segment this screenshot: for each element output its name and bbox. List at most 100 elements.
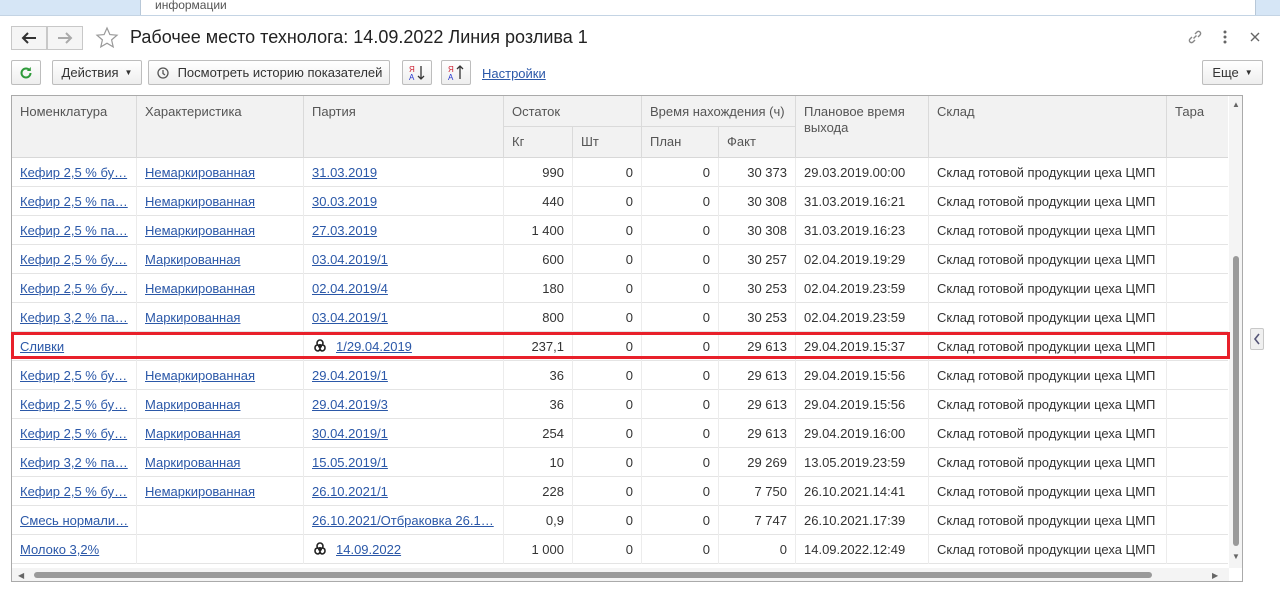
divider (718, 126, 719, 158)
cell-characteristic[interactable]: Маркированная (145, 310, 295, 325)
cell-planned-exit: 26.10.2021.17:39 (804, 513, 906, 528)
cell-characteristic[interactable]: Немаркированная (145, 484, 295, 499)
scroll-right-icon[interactable]: ▶ (1212, 571, 1218, 580)
col-remainder[interactable]: Остаток (512, 104, 560, 120)
table-row[interactable]: Кефир 3,2 % па… Маркированная 15.05.2019/1… (12, 448, 1228, 477)
cell-nomenclature[interactable]: Кефир 2,5 % бу… (20, 281, 132, 296)
cell-characteristic[interactable]: Немаркированная (145, 281, 295, 296)
cell-kg: 237,1 (531, 339, 564, 354)
sort-asc-button[interactable]: Я А (402, 60, 432, 85)
vertical-scrollbar[interactable]: ▲ ▼ (1229, 96, 1242, 568)
cell-nomenclature[interactable]: Кефир 2,5 % бу… (20, 165, 132, 180)
col-kg[interactable]: Кг (512, 134, 524, 150)
cell-characteristic[interactable]: Немаркированная (145, 223, 295, 238)
cell-nomenclature[interactable]: Кефир 2,5 % бу… (20, 484, 132, 499)
cell-nomenclature[interactable]: Кефир 2,5 % па… (20, 194, 132, 209)
cell-characteristic[interactable]: Немаркированная (145, 368, 295, 383)
cell-warehouse: Склад готовой продукции цеха ЦМП (937, 397, 1156, 412)
horizontal-scrollbar[interactable]: ◀ ▶ (12, 568, 1229, 581)
more-button[interactable]: Еще ▼ (1202, 60, 1263, 85)
cell-nomenclature[interactable]: Кефир 2,5 % бу… (20, 426, 132, 441)
forward-button[interactable] (47, 26, 83, 50)
cell-characteristic[interactable]: Маркированная (145, 426, 295, 441)
table-row[interactable]: Кефир 2,5 % бу… Маркированная 03.04.2019/1… (12, 245, 1228, 274)
table-row[interactable]: Смесь нормали… 26.10.2021/Отбраковка 26.1… (12, 506, 1228, 535)
divider (641, 158, 642, 187)
cell-nomenclature[interactable]: Кефир 2,5 % бу… (20, 252, 132, 267)
divider (795, 274, 796, 303)
cell-batch[interactable]: 31.03.2019 (312, 165, 497, 180)
refresh-button[interactable] (11, 60, 41, 85)
side-panel-toggle[interactable] (1250, 328, 1264, 350)
cell-nomenclature[interactable]: Сливки (20, 339, 132, 354)
cell-nomenclature[interactable]: Смесь нормали… (20, 513, 132, 528)
cell-batch[interactable]: 27.03.2019 (312, 223, 497, 238)
table-row[interactable]: Кефир 2,5 % бу… Маркированная 30.04.2019/1… (12, 419, 1228, 448)
divider (136, 245, 137, 274)
table-row[interactable]: Кефир 2,5 % па… Немаркированная 27.03.2019… (12, 216, 1228, 245)
table-row[interactable]: Кефир 2,5 % па… Немаркированная 30.03.2019… (12, 187, 1228, 216)
cell-characteristic[interactable]: Немаркированная (145, 194, 295, 209)
col-planned-exit[interactable]: Плановое время выхода (804, 104, 924, 136)
col-pcs[interactable]: Шт (581, 134, 599, 150)
col-batch[interactable]: Партия (312, 104, 356, 120)
cell-nomenclature[interactable]: Кефир 2,5 % па… (20, 223, 132, 238)
cell-batch[interactable]: 30.04.2019/1 (312, 426, 497, 441)
scroll-left-icon[interactable]: ◀ (18, 571, 24, 580)
cell-nomenclature[interactable]: Кефир 3,2 % па… (20, 455, 132, 470)
table-row[interactable]: Кефир 3,2 % па… Маркированная 03.04.2019/1… (12, 303, 1228, 332)
history-button[interactable]: Посмотреть историю показателей (148, 60, 390, 85)
col-nomenclature[interactable]: Номенклатура (20, 104, 107, 120)
cell-batch[interactable]: 02.04.2019/4 (312, 281, 497, 296)
col-characteristic[interactable]: Характеристика (145, 104, 242, 120)
table-row[interactable]: Кефир 2,5 % бу… Маркированная 29.04.2019/3… (12, 390, 1228, 419)
cell-batch[interactable]: 1/29.04.2019 (336, 339, 412, 354)
cell-pcs: 0 (625, 426, 633, 441)
table-row[interactable]: Кефир 2,5 % бу… Немаркированная 29.04.2019… (12, 361, 1228, 390)
table-row[interactable]: Кефир 2,5 % бу… Немаркированная 31.03.2019… (12, 158, 1228, 187)
cell-nomenclature[interactable]: Кефир 2,5 % бу… (20, 368, 132, 383)
col-fact[interactable]: Факт (727, 134, 756, 150)
scroll-down-icon[interactable]: ▼ (1232, 552, 1240, 561)
cell-characteristic[interactable]: Маркированная (145, 455, 295, 470)
cell-batch[interactable]: 26.10.2021/1 (312, 484, 497, 499)
cell-characteristic[interactable]: Маркированная (145, 252, 295, 267)
cell-batch[interactable]: 03.04.2019/1 (312, 310, 497, 325)
window-tab[interactable]: информации (140, 0, 1256, 15)
cell-nomenclature[interactable]: Кефир 2,5 % бу… (20, 397, 132, 412)
actions-button[interactable]: Действия ▼ (52, 60, 142, 85)
table-row[interactable]: Кефир 2,5 % бу… Немаркированная 02.04.2019… (12, 274, 1228, 303)
cell-batch[interactable]: 03.04.2019/1 (312, 252, 497, 267)
cell-characteristic[interactable]: Маркированная (145, 397, 295, 412)
cell-batch[interactable]: 14.09.2022 (336, 542, 401, 557)
vertical-scroll-thumb[interactable] (1233, 256, 1239, 546)
cell-batch[interactable]: 29.04.2019/1 (312, 368, 497, 383)
favorite-star-icon[interactable] (95, 26, 119, 50)
table-row[interactable]: Кефир 2,5 % бу… Немаркированная 26.10.2021… (12, 477, 1228, 506)
cell-batch[interactable]: 30.03.2019 (312, 194, 497, 209)
cell-batch[interactable]: 26.10.2021/Отбраковка 26.1… (312, 513, 497, 528)
scroll-up-icon[interactable]: ▲ (1232, 100, 1240, 109)
cell-warehouse: Склад готовой продукции цеха ЦМП (937, 455, 1156, 470)
settings-link[interactable]: Настройки (482, 66, 546, 81)
more-vertical-icon[interactable] (1216, 28, 1234, 46)
table-row[interactable]: Молоко 3,2% 14.09.2022 1 000 0 0 0 14.09.2022.… (12, 535, 1228, 564)
col-plan[interactable]: План (650, 134, 681, 150)
cell-batch[interactable]: 29.04.2019/3 (312, 397, 497, 412)
col-time-in[interactable]: Время нахождения (ч) (650, 104, 785, 120)
cell-nomenclature[interactable]: Молоко 3,2% (20, 542, 132, 557)
horizontal-scroll-thumb[interactable] (34, 572, 1152, 578)
cell-batch[interactable]: 15.05.2019/1 (312, 455, 497, 470)
divider (718, 535, 719, 564)
sort-desc-button[interactable]: Я А (441, 60, 471, 85)
table-row[interactable]: Сливки 1/29.04.2019 237,1 0 0 29 613 29.04.201… (12, 332, 1228, 361)
col-tare[interactable]: Тара (1175, 104, 1204, 120)
col-warehouse[interactable]: Склад (937, 104, 975, 120)
back-button[interactable] (11, 26, 47, 50)
cell-nomenclature[interactable]: Кефир 3,2 % па… (20, 310, 132, 325)
close-icon[interactable] (1246, 28, 1264, 46)
link-icon[interactable] (1186, 28, 1204, 46)
cell-characteristic[interactable]: Немаркированная (145, 165, 295, 180)
divider (928, 506, 929, 535)
cell-planned-exit: 29.04.2019.16:00 (804, 426, 906, 441)
